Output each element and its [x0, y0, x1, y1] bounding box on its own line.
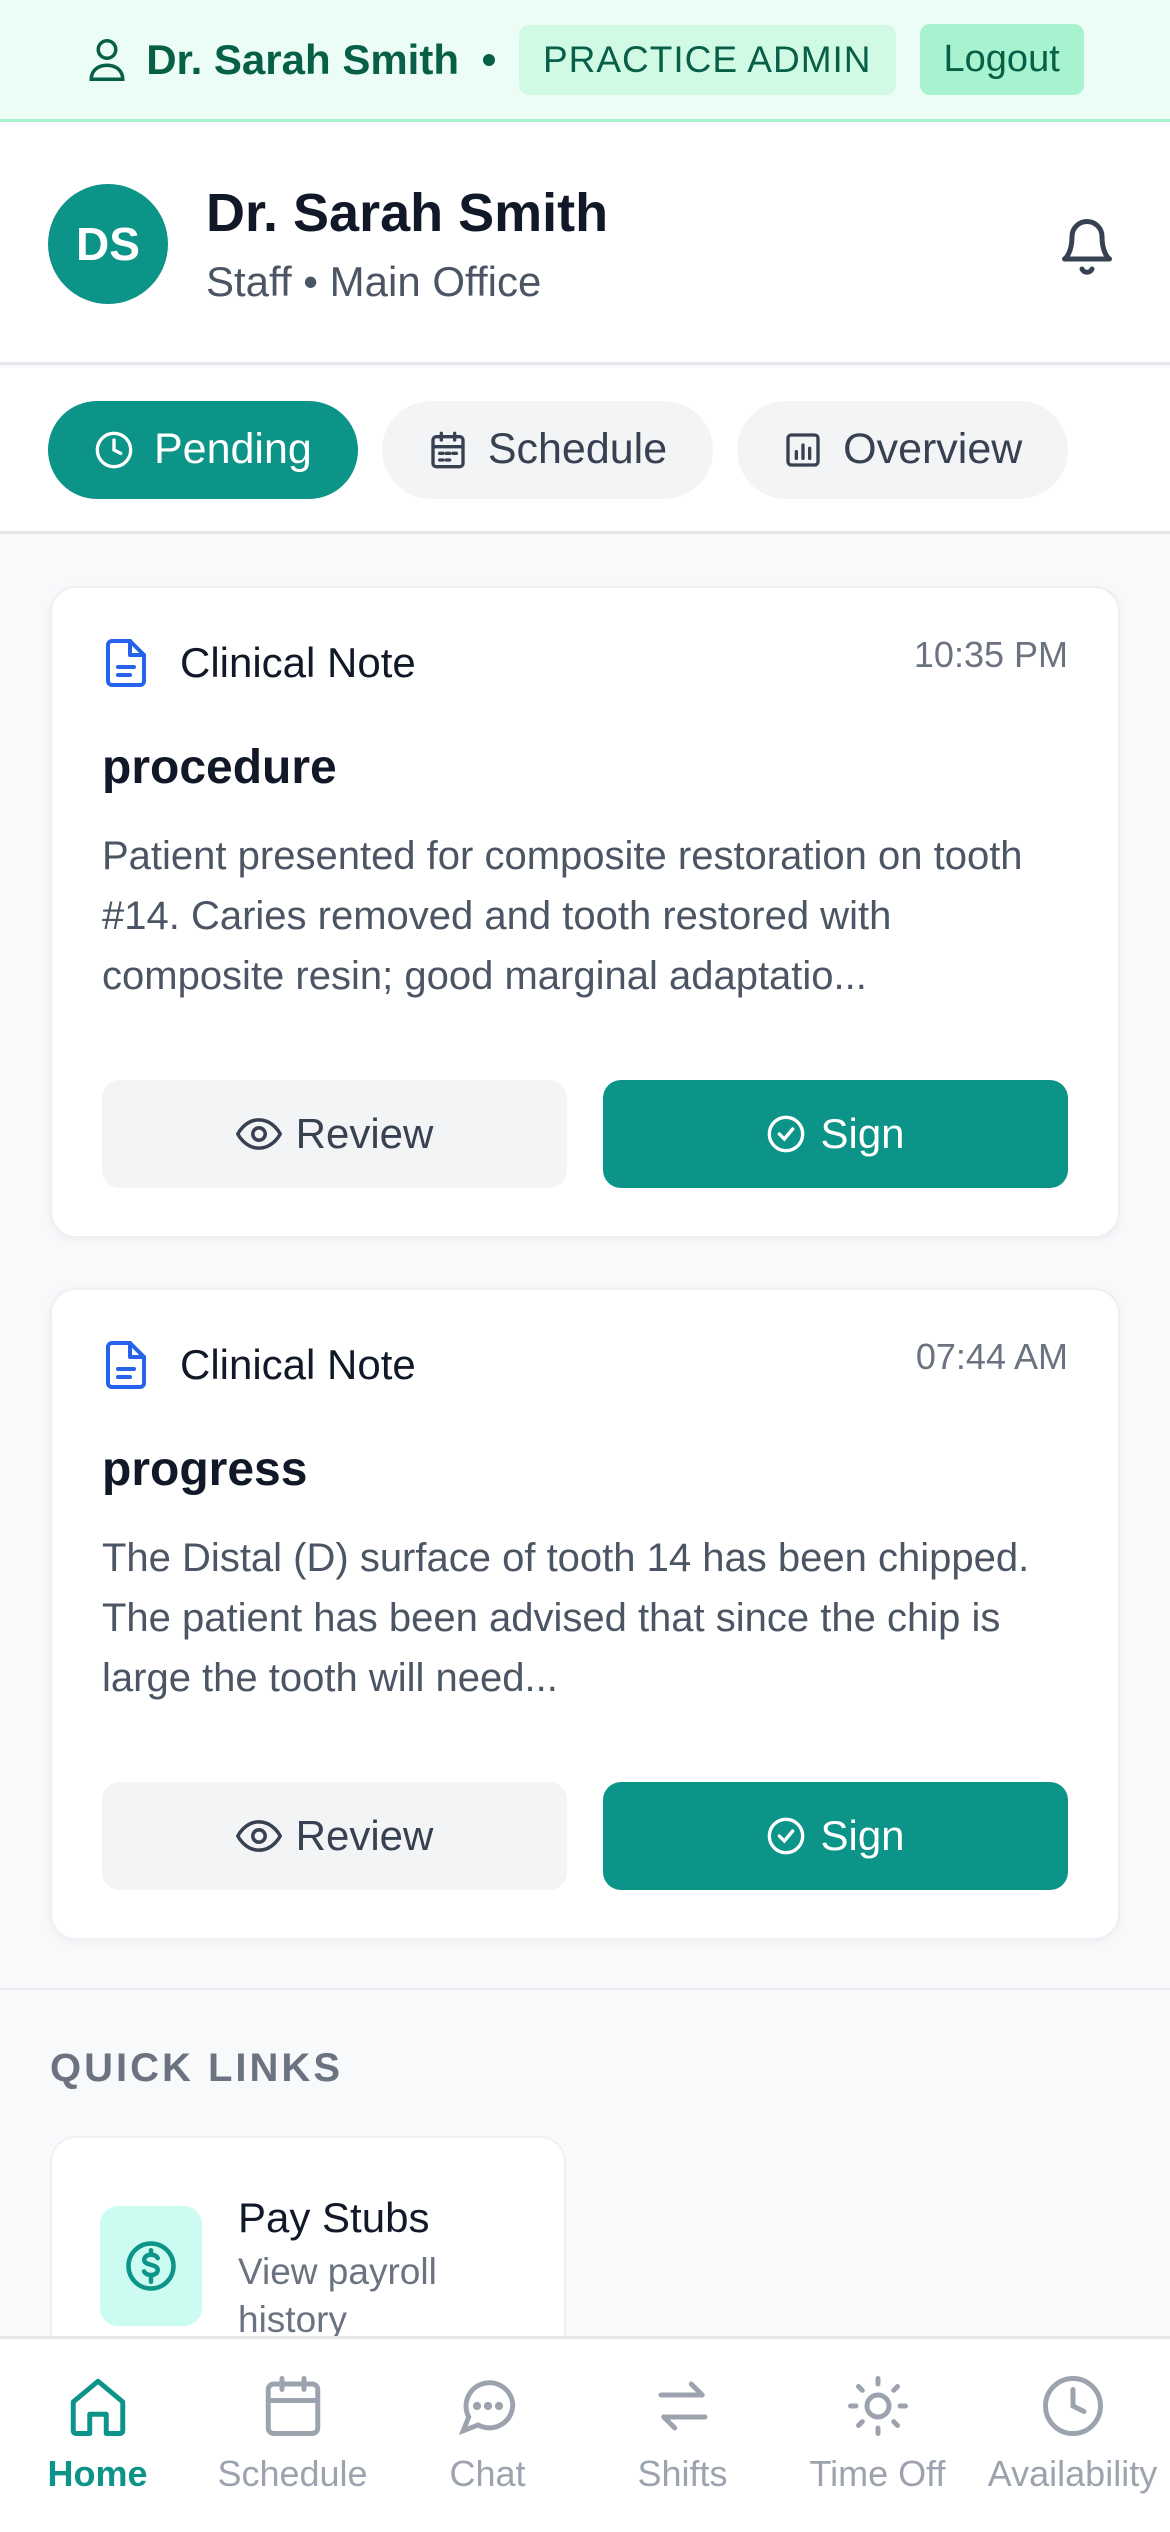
tab-overview[interactable]: Overview	[737, 400, 1069, 499]
calendar-icon	[428, 430, 468, 470]
profile-name: Dr. Sarah Smith	[206, 182, 609, 243]
card-title: procedure	[102, 741, 337, 794]
check-circle-icon	[766, 1114, 806, 1154]
bell-icon[interactable]	[1052, 209, 1122, 279]
top-bar-user-name: Dr. Sarah Smith	[146, 35, 459, 83]
card-header: Clinical Note 07:44 AM	[102, 1336, 1068, 1392]
tab-label: Overview	[843, 425, 1023, 473]
quick-links-heading: QUICK LINKS	[50, 2046, 343, 2090]
sign-label: Sign	[820, 1110, 905, 1157]
nav-schedule[interactable]: Schedule	[195, 2339, 390, 2532]
card-title: progress	[102, 1443, 308, 1496]
nav-availability[interactable]: Availability	[975, 2339, 1170, 2532]
sign-button[interactable]: Sign	[603, 1782, 1068, 1890]
card-body: The Distal (D) surface of tooth 14 has b…	[102, 1536, 1030, 1700]
calendar-icon	[260, 2373, 326, 2439]
review-button[interactable]: Review	[102, 1080, 567, 1188]
nav-label: Time Off	[809, 2453, 946, 2494]
card-actions: Review Sign	[102, 1782, 1068, 1890]
document-icon	[102, 636, 150, 690]
clock-icon	[94, 430, 134, 470]
profile-info: Dr. Sarah Smith Staff • Main Office	[206, 182, 1052, 306]
nav-label: Availability	[987, 2453, 1158, 2494]
user-icon	[86, 37, 128, 83]
logout-button[interactable]: Logout	[919, 24, 1084, 95]
avatar[interactable]: DS	[48, 183, 168, 304]
review-button[interactable]: Review	[102, 1782, 567, 1890]
clock-icon	[1040, 2373, 1106, 2439]
review-label: Review	[295, 1812, 434, 1859]
tab-pending[interactable]: Pending	[48, 400, 358, 499]
sign-button[interactable]: Sign	[603, 1080, 1068, 1188]
profile-subtitle: Staff • Main Office	[206, 257, 542, 305]
top-bar: Dr. Sarah Smith PRACTICE ADMIN Logout	[0, 0, 1170, 122]
bottom-nav: Home Schedule Chat Shifts Time Off Avail…	[0, 2336, 1170, 2532]
card-time: 07:44 AM	[915, 1336, 1068, 1377]
nav-shifts[interactable]: Shifts	[585, 2339, 780, 2532]
pending-note-card[interactable]: Clinical Note 10:35 PM procedure Patient…	[50, 586, 1120, 1238]
nav-label: Home	[47, 2453, 148, 2494]
tab-bar: Pending Schedule Overview	[0, 368, 1170, 534]
card-body: Patient presented for composite restorat…	[102, 834, 1023, 998]
nav-label: Schedule	[217, 2453, 368, 2494]
tab-label: Pending	[154, 425, 312, 473]
dollar-icon	[100, 2206, 202, 2326]
chat-icon	[455, 2373, 521, 2439]
profile-header: DS Dr. Sarah Smith Staff • Main Office	[0, 125, 1170, 365]
section-divider	[0, 1988, 1170, 1990]
nav-time-off[interactable]: Time Off	[780, 2339, 975, 2532]
nav-chat[interactable]: Chat	[390, 2339, 585, 2532]
separator-dot	[482, 53, 495, 66]
top-bar-user: Dr. Sarah Smith	[86, 36, 459, 84]
review-label: Review	[295, 1110, 434, 1157]
card-header: Clinical Note 10:35 PM	[102, 634, 1068, 690]
card-time: 10:35 PM	[913, 634, 1068, 675]
eye-icon	[235, 1819, 282, 1853]
sun-icon	[845, 2373, 911, 2439]
role-badge: PRACTICE ADMIN	[518, 24, 896, 95]
document-icon	[102, 1338, 150, 1392]
nav-label: Chat	[449, 2453, 526, 2494]
card-actions: Review Sign	[102, 1080, 1068, 1188]
swap-icon	[650, 2373, 716, 2439]
home-icon	[65, 2373, 131, 2439]
bar-chart-icon	[783, 430, 823, 470]
tab-schedule[interactable]: Schedule	[381, 400, 714, 499]
nav-home[interactable]: Home	[0, 2339, 195, 2532]
nav-label: Shifts	[637, 2453, 728, 2494]
sign-label: Sign	[820, 1812, 905, 1859]
check-circle-icon	[766, 1816, 806, 1856]
quick-link-description: View payroll history	[238, 2251, 437, 2340]
quick-link-title: Pay Stubs	[238, 2194, 430, 2241]
tab-label: Schedule	[487, 425, 668, 473]
eye-icon	[235, 1117, 282, 1151]
pending-note-card[interactable]: Clinical Note 07:44 AM progress The Dist…	[50, 1288, 1120, 1940]
